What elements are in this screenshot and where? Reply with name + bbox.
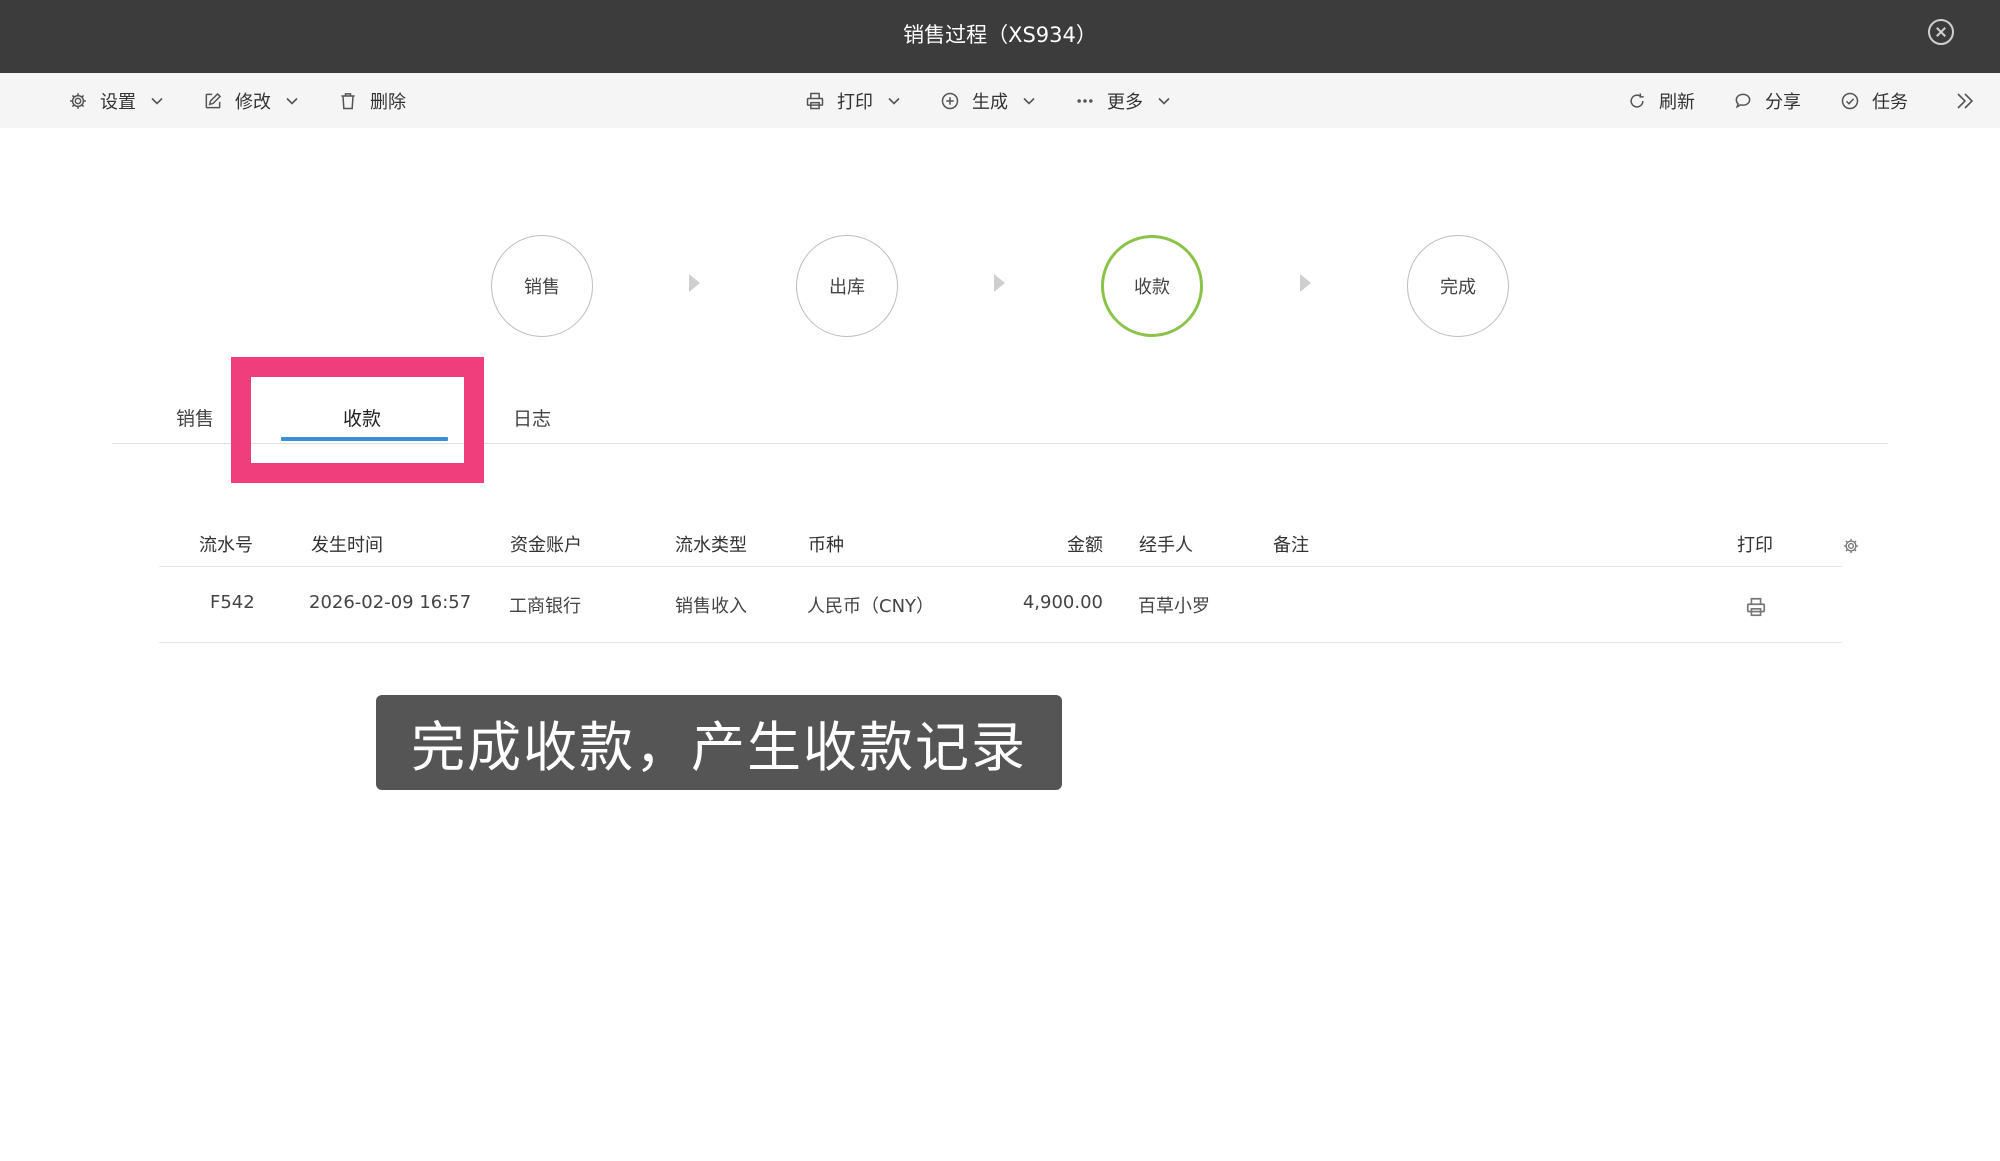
chevron-down-icon [151, 97, 163, 105]
close-icon[interactable] [1928, 19, 1954, 45]
more-label: 更多 [1107, 91, 1143, 113]
print-button[interactable]: 打印 [805, 73, 901, 128]
step-sales: 销售 [491, 235, 593, 337]
cell-account: 工商银行 [509, 596, 581, 617]
task-button[interactable]: 任务 [1840, 73, 1908, 128]
column-header-note: 备注 [1273, 535, 1309, 556]
window-title: 销售过程（XS934） [903, 23, 1097, 47]
tutorial-caption: 完成收款，产生收款记录 [376, 695, 1062, 790]
row-print-icon[interactable] [1745, 596, 1767, 618]
step-label: 销售 [524, 277, 560, 298]
column-header-serial: 流水号 [199, 535, 253, 556]
edit-icon [205, 92, 222, 108]
column-header-handler: 经手人 [1139, 535, 1193, 556]
chevron-down-icon [1023, 97, 1035, 105]
column-header-print: 打印 [1737, 535, 1773, 556]
step-label: 完成 [1440, 277, 1476, 298]
generate-label: 生成 [972, 91, 1008, 113]
tab-sales[interactable]: 销售 [176, 404, 214, 431]
column-header-account: 资金账户 [510, 535, 582, 556]
chat-bubble-icon [1735, 93, 1751, 108]
settings-button[interactable]: 设置 [68, 73, 164, 128]
column-header-amount: 金额 [1067, 535, 1103, 556]
column-header-type: 流水类型 [675, 535, 747, 556]
column-settings-gear-icon[interactable] [1842, 537, 1860, 555]
expand-panel-button[interactable] [1955, 73, 1975, 128]
step-payment: 收款 [1101, 235, 1203, 337]
step-label: 收款 [1134, 277, 1170, 298]
delete-label: 删除 [370, 91, 406, 113]
more-button[interactable]: 更多 [1075, 73, 1171, 128]
refresh-button[interactable]: 刷新 [1627, 73, 1695, 128]
refresh-label: 刷新 [1659, 91, 1695, 113]
gear-icon [70, 92, 86, 109]
step-label: 出库 [829, 277, 865, 298]
annotation-highlight-box [231, 357, 484, 483]
step-arrow-icon [994, 274, 1005, 292]
refresh-icon [1630, 93, 1644, 108]
print-label: 打印 [837, 91, 873, 113]
trash-icon [341, 92, 355, 109]
task-label: 任务 [1872, 91, 1908, 113]
tab-log[interactable]: 日志 [513, 404, 551, 431]
cell-currency: 人民币（CNY） [807, 596, 935, 617]
title-bar: 销售过程（XS934） [0, 0, 2000, 73]
delete-button[interactable]: 删除 [338, 73, 406, 128]
plus-circle-icon [941, 92, 959, 109]
step-complete: 完成 [1407, 235, 1509, 337]
more-dots-icon [1077, 98, 1093, 103]
column-header-currency: 币种 [808, 535, 844, 556]
cell-serial[interactable]: F542 [210, 592, 255, 613]
chevron-down-icon [888, 97, 900, 105]
generate-button[interactable]: 生成 [940, 73, 1036, 128]
row-divider [159, 642, 1842, 643]
settings-label: 设置 [100, 91, 136, 113]
step-arrow-icon [1300, 274, 1311, 292]
printer-icon [806, 92, 824, 109]
share-label: 分享 [1765, 91, 1801, 113]
chevron-down-icon [1158, 97, 1170, 105]
edit-button[interactable]: 修改 [203, 73, 299, 128]
column-header-time: 发生时间 [311, 535, 383, 556]
cell-type: 销售收入 [675, 596, 747, 617]
toolbar: 设置 修改 删除 打印 生成 更多 刷新 分享 任务 [0, 73, 2000, 128]
check-circle-icon [1841, 92, 1859, 109]
step-arrow-icon [689, 274, 700, 292]
step-outbound: 出库 [796, 235, 898, 337]
cell-handler: 百草小罗 [1138, 596, 1210, 617]
header-divider [159, 566, 1842, 567]
cell-amount: 4,900.00 [1022, 592, 1103, 613]
chevron-down-icon [286, 97, 298, 105]
cell-time: 2026-02-09 16:57 [309, 592, 472, 613]
edit-label: 修改 [235, 91, 271, 113]
double-chevron-right-icon [1957, 92, 1974, 109]
share-button[interactable]: 分享 [1733, 73, 1801, 128]
